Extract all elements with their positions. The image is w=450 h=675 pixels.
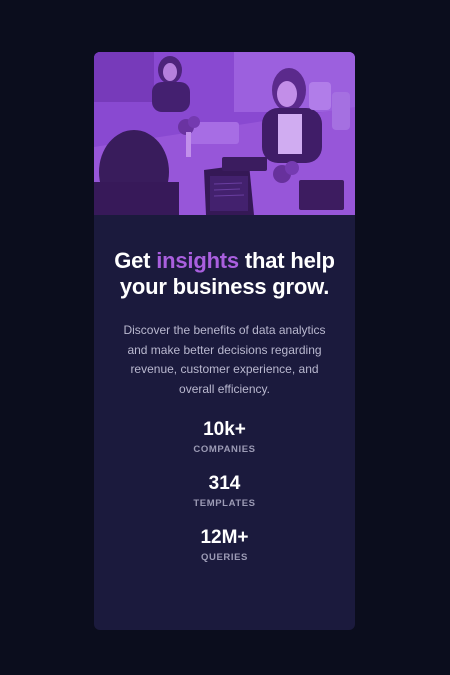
stat-label: QUERIES bbox=[201, 552, 248, 563]
stats-list: 10k+ COMPANIES 314 TEMPLATES 12M+ QUERIE… bbox=[112, 419, 337, 564]
hero-image bbox=[94, 52, 355, 215]
description: Discover the benefits of data analytics … bbox=[123, 323, 326, 396]
headline: Get insights that help your business gro… bbox=[112, 248, 337, 300]
office-photo-image bbox=[94, 52, 355, 215]
stat-templates: 314 TEMPLATES bbox=[112, 473, 337, 510]
card-content: Get insights that help your business gro… bbox=[94, 248, 355, 564]
stat-value: 314 bbox=[208, 473, 241, 494]
stat-value: 10k+ bbox=[203, 419, 246, 440]
headline-highlight: insights bbox=[156, 248, 239, 273]
stat-companies: 10k+ COMPANIES bbox=[112, 419, 337, 456]
stat-queries: 12M+ QUERIES bbox=[112, 527, 337, 564]
stat-value: 12M+ bbox=[200, 527, 249, 548]
stats-preview-card: Get insights that help your business gro… bbox=[94, 52, 355, 630]
stat-label: TEMPLATES bbox=[193, 498, 256, 509]
stat-label: COMPANIES bbox=[193, 444, 256, 455]
headline-text-start: Get bbox=[114, 248, 157, 273]
